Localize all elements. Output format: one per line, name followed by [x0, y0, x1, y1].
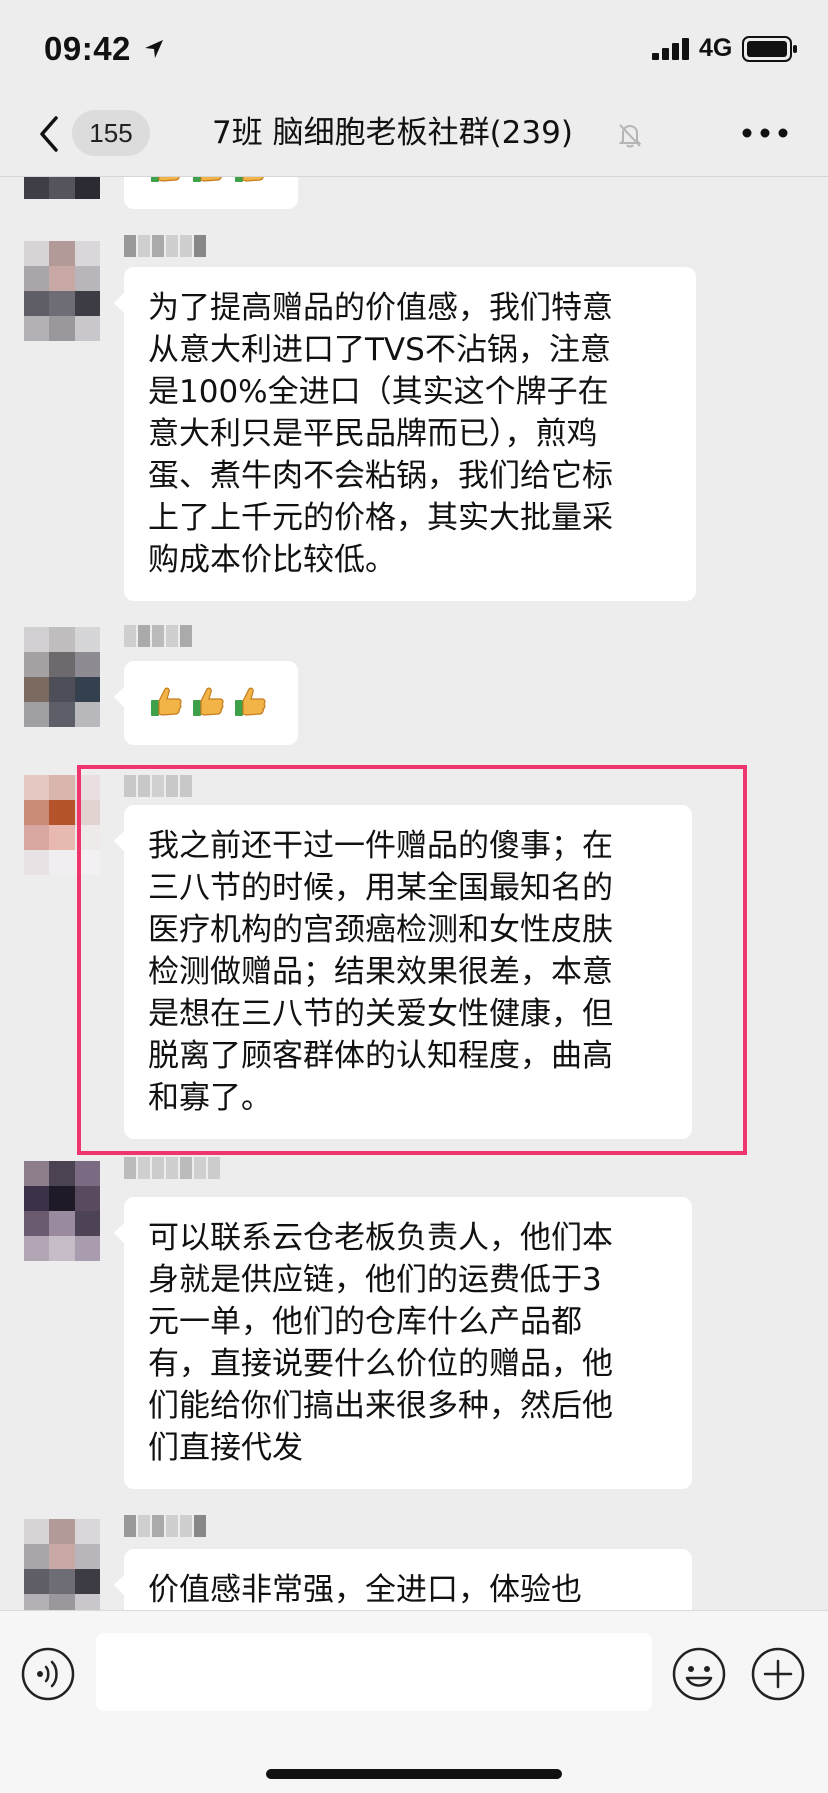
thumbs-up-icon [193, 177, 222, 182]
sender-name-redacted [124, 625, 192, 647]
voice-input-icon[interactable] [20, 1646, 76, 1702]
avatar[interactable] [24, 1519, 100, 1610]
cellular-signal-icon [652, 38, 689, 60]
sender-name-redacted [124, 1157, 220, 1179]
thumbs-up-icon [151, 687, 182, 716]
avatar[interactable] [24, 1161, 100, 1261]
back-chevron-icon[interactable] [36, 114, 62, 154]
location-arrow-icon [145, 40, 163, 58]
thumbs-up-icon [235, 177, 264, 182]
status-bar: 09:42 4G [0, 0, 828, 96]
message-bubble[interactable] [114, 661, 298, 745]
status-time: 09:42 [44, 30, 131, 67]
message-bubble[interactable]: 为了提高赠品的价值感，我们特意 从意大利进口了TVS不沾锅，注意 是100%全进… [114, 267, 696, 601]
thumbs-up-icon [193, 687, 224, 716]
sender-name-redacted [124, 1515, 206, 1537]
avatar[interactable] [24, 177, 100, 199]
add-attachment-icon[interactable] [750, 1646, 806, 1702]
thumbs-up-icon [235, 687, 266, 716]
emoji-picker-icon[interactable] [671, 1646, 727, 1702]
chat-header: 155 7班 脑细胞老板社群(239) [0, 96, 828, 177]
message-bubble-highlighted[interactable]: 我之前还干过一件赠品的傻事；在 三八节的时候，用某全国最知名的 医疗机构的宫颈癌… [114, 805, 692, 1139]
message-list[interactable]: 为了提高赠品的价值感，我们特意 从意大利进口了TVS不沾锅，注意 是100%全进… [0, 177, 828, 1610]
message-bubble[interactable]: 价值感非常强，全进口，体验也 [114, 1549, 692, 1610]
thumbs-up-icon [151, 177, 180, 182]
more-options-icon[interactable] [740, 126, 790, 140]
network-type: 4G [699, 34, 733, 62]
mute-bell-icon [618, 124, 642, 148]
input-bar [0, 1610, 828, 1793]
avatar[interactable] [24, 241, 100, 341]
home-indicator[interactable] [266, 1769, 562, 1779]
avatar[interactable] [24, 627, 100, 727]
message-bubble[interactable]: 可以联系云仓老板负责人，他们本 身就是供应链，他们的运费低于3 元一单，他们的仓… [114, 1197, 692, 1489]
message-bubble[interactable] [124, 177, 298, 209]
unread-count-badge[interactable]: 155 [72, 110, 150, 156]
battery-icon [742, 36, 797, 62]
message-input[interactable] [96, 1633, 652, 1711]
chat-title[interactable]: 7班 脑细胞老板社群(239) [212, 110, 573, 156]
sender-name-redacted [124, 235, 206, 257]
